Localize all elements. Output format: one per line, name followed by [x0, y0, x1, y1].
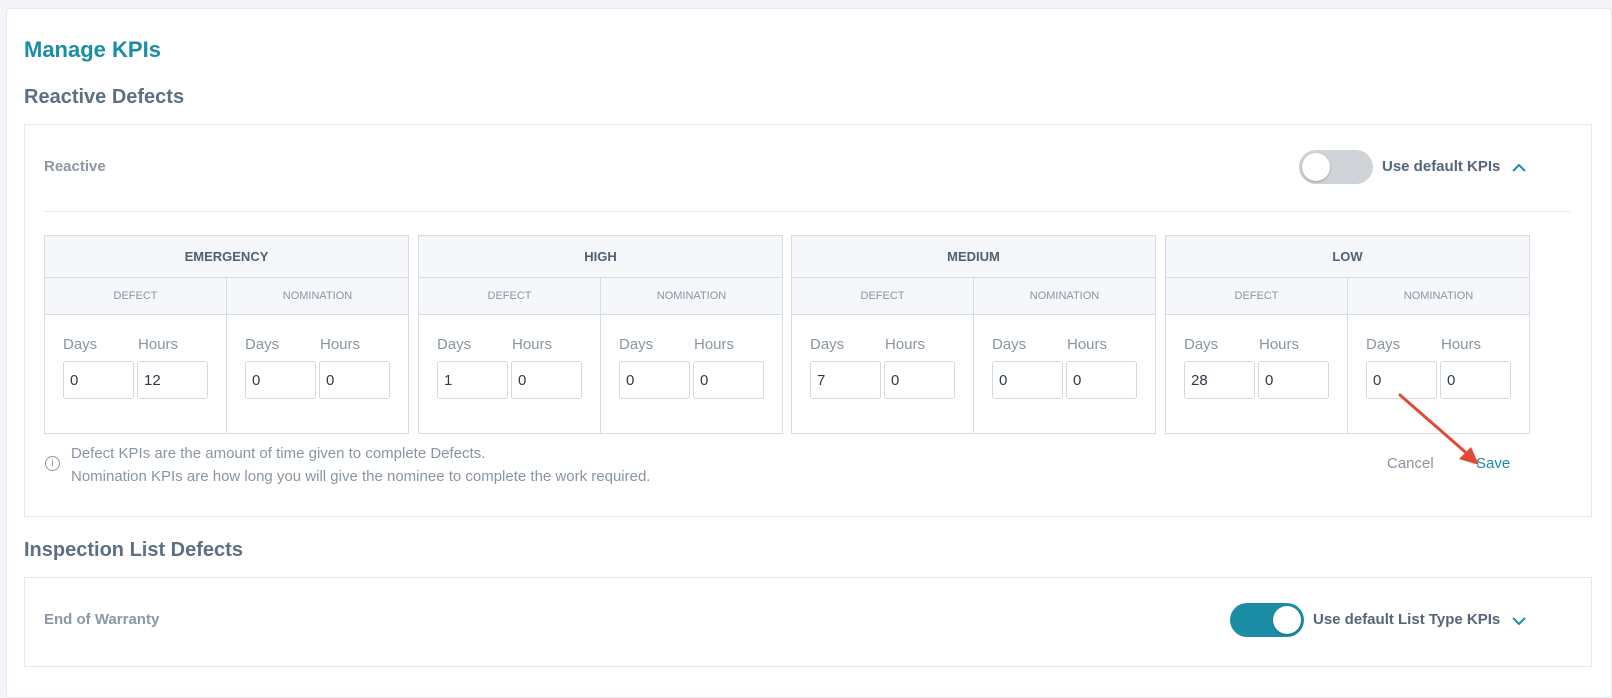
reactive-panel: Reactive Use default KPIs EMERGENCY DEFE… [24, 124, 1592, 517]
days-label: Days [245, 336, 280, 353]
nomination-cell: Days Hours [226, 315, 408, 433]
kpi-group-medium: MEDIUM DEFECT NOMINATION Days Hours Days… [791, 235, 1156, 434]
days-label: Days [810, 336, 845, 353]
info-text-defect: Defect KPIs are the amount of time given… [71, 445, 486, 462]
defect-header: DEFECT [860, 290, 905, 302]
inspection-list-defects-title: Inspection List Defects [24, 539, 243, 561]
nomination-cell: Days Hours [973, 315, 1155, 433]
hours-label: Hours [320, 336, 361, 353]
kpi-group-emergency: EMERGENCY DEFECT NOMINATION Days Hours D… [44, 235, 409, 434]
defect-cell: Days Hours [792, 315, 973, 433]
defect-header: DEFECT [1234, 290, 1279, 302]
hours-label: Hours [512, 336, 553, 353]
kpi-group-high: HIGH DEFECT NOMINATION Days Hours Days H… [418, 235, 783, 434]
days-label: Days [63, 336, 98, 353]
days-label: Days [1366, 336, 1401, 353]
group-header: EMERGENCY [45, 236, 408, 278]
use-default-list-type-kpis-toggle[interactable] [1230, 603, 1304, 637]
defect-cell: Days Hours [45, 315, 226, 433]
panel-divider [44, 211, 1570, 212]
medium-nomination-days-input[interactable] [992, 361, 1063, 399]
days-label: Days [1184, 336, 1219, 353]
annotation-arrow-icon [1398, 393, 1479, 465]
use-default-kpis-label[interactable]: Use default KPIs [1382, 158, 1500, 175]
chevron-up-icon[interactable] [1511, 160, 1527, 176]
page-title: Manage KPIs [24, 37, 161, 62]
high-nomination-days-input[interactable] [619, 361, 690, 399]
defect-header: DEFECT [113, 290, 158, 302]
defect-header: DEFECT [487, 290, 532, 302]
chevron-down-icon[interactable] [1511, 613, 1527, 629]
days-label: Days [992, 336, 1027, 353]
use-default-kpis-toggle[interactable] [1299, 150, 1373, 184]
high-nomination-hours-input[interactable] [693, 361, 764, 399]
info-text-nomination: Nomination KPIs are how long you will gi… [71, 468, 651, 485]
medium-defect-hours-input[interactable] [884, 361, 955, 399]
defect-cell: Days Hours [419, 315, 600, 433]
emergency-nomination-days-input[interactable] [245, 361, 316, 399]
medium-nomination-hours-input[interactable] [1066, 361, 1137, 399]
manage-kpis-page: Manage KPIs Reactive Defects Reactive Us… [6, 8, 1612, 698]
medium-defect-days-input[interactable] [810, 361, 881, 399]
emergency-nomination-hours-input[interactable] [319, 361, 390, 399]
low-defect-hours-input[interactable] [1258, 361, 1329, 399]
nomination-header: NOMINATION [973, 278, 1155, 314]
days-label: Days [437, 336, 472, 353]
toggle-knob [1273, 606, 1301, 634]
group-header: LOW [1166, 236, 1529, 278]
defect-cell: Days Hours [1166, 315, 1347, 433]
emergency-defect-days-input[interactable] [63, 361, 134, 399]
reactive-label: Reactive [44, 158, 106, 175]
hours-label: Hours [885, 336, 926, 353]
nomination-cell: Days Hours [600, 315, 782, 433]
hours-label: Hours [1067, 336, 1108, 353]
days-label: Days [619, 336, 654, 353]
emergency-defect-hours-input[interactable] [137, 361, 208, 399]
nomination-header: NOMINATION [1347, 278, 1529, 314]
reactive-defects-title: Reactive Defects [24, 86, 185, 108]
toggle-knob [1302, 153, 1330, 181]
nomination-header: NOMINATION [226, 278, 408, 314]
high-defect-hours-input[interactable] [511, 361, 582, 399]
hours-label: Hours [694, 336, 735, 353]
nomination-header: NOMINATION [600, 278, 782, 314]
group-header: MEDIUM [792, 236, 1155, 278]
hours-label: Hours [1259, 336, 1300, 353]
hours-label: Hours [1441, 336, 1482, 353]
use-default-list-type-kpis-label[interactable]: Use default List Type KPIs [1313, 611, 1500, 628]
end-of-warranty-label: End of Warranty [44, 611, 160, 628]
info-icon: i [45, 456, 60, 471]
end-of-warranty-panel: End of Warranty Use default List Type KP… [24, 577, 1592, 667]
low-defect-days-input[interactable] [1184, 361, 1255, 399]
high-defect-days-input[interactable] [437, 361, 508, 399]
group-header: HIGH [419, 236, 782, 278]
hours-label: Hours [138, 336, 179, 353]
